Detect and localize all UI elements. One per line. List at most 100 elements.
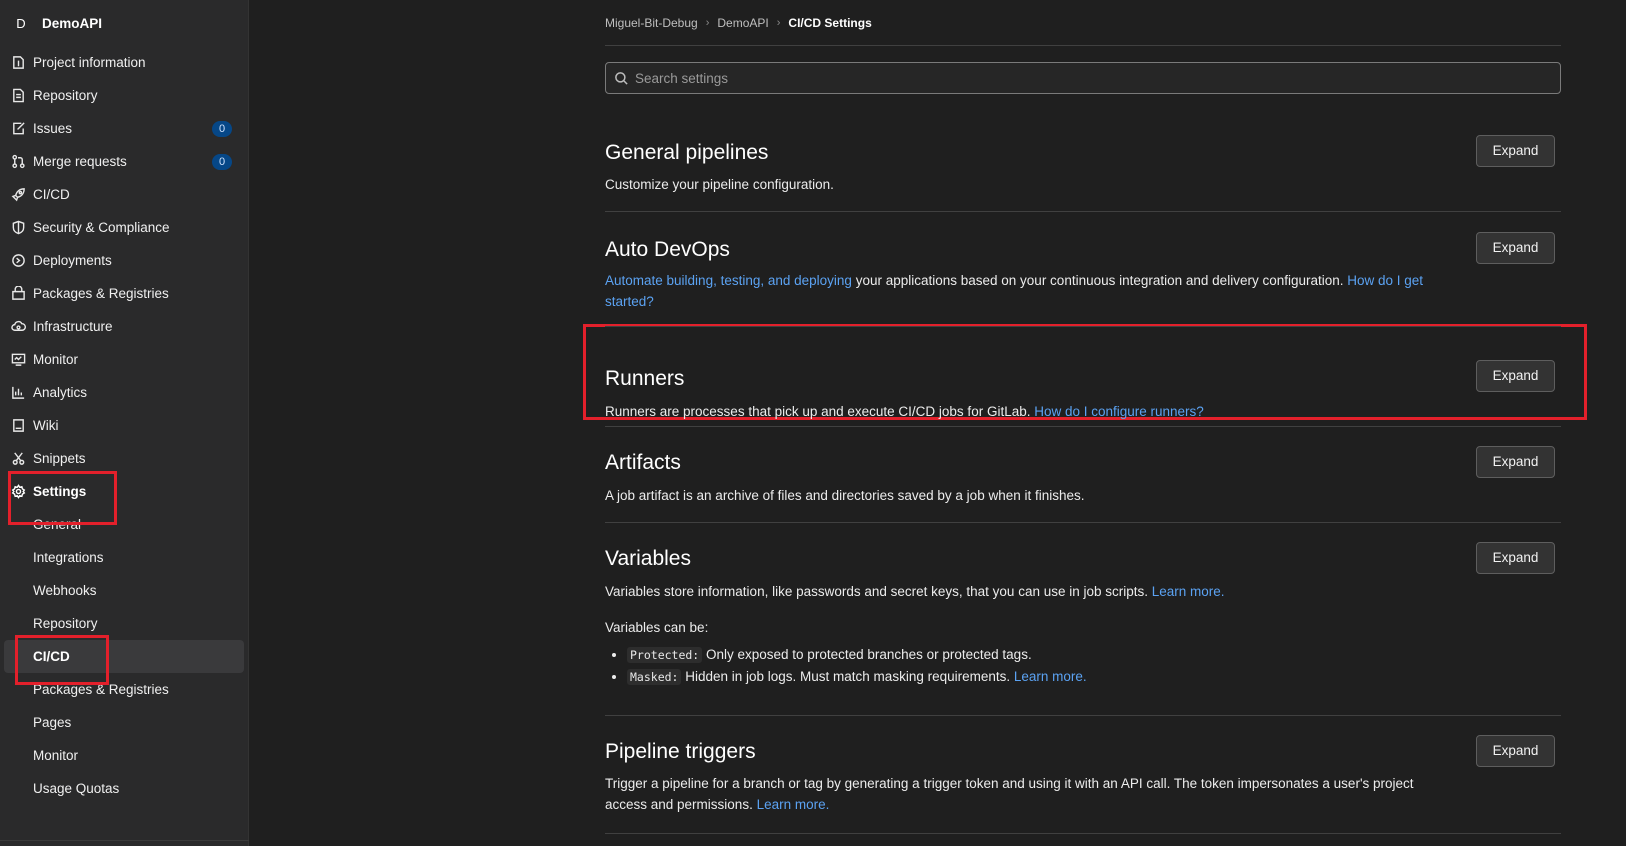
sidebar-subitem-label: Usage Quotas bbox=[33, 781, 120, 796]
package-icon bbox=[10, 286, 26, 302]
breadcrumb-item[interactable]: Miguel-Bit-Debug bbox=[605, 16, 698, 30]
section-artifacts: Artifacts A job artifact is an archive o… bbox=[605, 427, 1561, 523]
learn-more-link[interactable]: Learn more. bbox=[1014, 669, 1087, 684]
search-box[interactable] bbox=[605, 62, 1561, 94]
sidebar-item-label: Packages & Registries bbox=[33, 286, 169, 301]
rocket-icon bbox=[10, 187, 26, 203]
sidebar-subitem-label: Monitor bbox=[33, 748, 79, 763]
sidebar-item-settings[interactable]: Settings bbox=[0, 475, 248, 508]
sidebar-item-snippets[interactable]: Snippets bbox=[0, 442, 248, 475]
sidebar-item-merge-requests[interactable]: Merge requests 0 bbox=[0, 145, 248, 178]
search-icon bbox=[615, 71, 628, 85]
expand-button[interactable]: Expand bbox=[1476, 542, 1555, 574]
expand-button[interactable]: Expand bbox=[1476, 446, 1555, 478]
sidebar-item-label: Analytics bbox=[33, 385, 88, 400]
section-description: Automate building, testing, and deployin… bbox=[605, 270, 1441, 312]
variables-list: Protected: Only exposed to protected bra… bbox=[605, 644, 1441, 688]
settings-sub-usage-quotas[interactable]: Usage Quotas bbox=[0, 772, 248, 805]
section-title: Variables bbox=[605, 547, 691, 570]
monitor-icon bbox=[10, 352, 26, 368]
sidebar-subitem-label: General bbox=[33, 517, 82, 532]
expand-button[interactable]: Expand bbox=[1476, 735, 1555, 767]
configure-runners-link[interactable]: How do I configure runners? bbox=[1034, 404, 1204, 419]
expand-button[interactable]: Expand bbox=[1476, 135, 1555, 167]
sidebar: D DemoAPI Project information Repository… bbox=[0, 0, 249, 846]
section-description: Trigger a pipeline for a branch or tag b… bbox=[605, 773, 1441, 815]
settings-sub-repository[interactable]: Repository bbox=[0, 607, 248, 640]
list-item: Protected: Only exposed to protected bra… bbox=[627, 644, 1441, 666]
document-icon bbox=[10, 88, 26, 104]
section-variables: Variables Variables store information, l… bbox=[605, 523, 1561, 716]
book-icon bbox=[10, 418, 26, 434]
project-header[interactable]: D DemoAPI bbox=[0, 0, 248, 46]
section-title: Pipeline triggers bbox=[605, 740, 756, 763]
sidebar-subitem-label: Pages bbox=[33, 715, 72, 730]
description-text: Variables store information, like passwo… bbox=[605, 584, 1152, 599]
cloud-gear-icon bbox=[10, 319, 26, 335]
sidebar-item-monitor[interactable]: Monitor bbox=[0, 343, 248, 376]
sidebar-item-infrastructure[interactable]: Infrastructure bbox=[0, 310, 248, 343]
project-avatar: D bbox=[16, 15, 26, 31]
issues-icon bbox=[10, 121, 26, 137]
sidebar-item-label: Settings bbox=[33, 484, 87, 499]
merge-request-icon bbox=[10, 154, 26, 170]
breadcrumb-current[interactable]: CI/CD Settings bbox=[788, 16, 871, 30]
expand-button[interactable]: Expand bbox=[1476, 360, 1555, 392]
merge-requests-count-badge: 0 bbox=[212, 154, 232, 170]
sidebar-item-packages-registries[interactable]: Packages & Registries bbox=[0, 277, 248, 310]
settings-sub-general[interactable]: General bbox=[0, 508, 248, 541]
sidebar-item-deployments[interactable]: Deployments bbox=[0, 244, 248, 277]
sidebar-item-label: CI/CD bbox=[33, 187, 70, 202]
breadcrumb-item[interactable]: DemoAPI bbox=[717, 16, 768, 30]
list-item: Masked: Hidden in job logs. Must match m… bbox=[627, 666, 1441, 688]
sidebar-item-wiki[interactable]: Wiki bbox=[0, 409, 248, 442]
sidebar-item-label: Security & Compliance bbox=[33, 220, 170, 235]
breadcrumb: Miguel-Bit-Debug › DemoAPI › CI/CD Setti… bbox=[605, 0, 1561, 46]
section-description: Runners are processes that pick up and e… bbox=[605, 401, 1441, 422]
sidebar-item-issues[interactable]: Issues 0 bbox=[0, 112, 248, 145]
sidebar-item-security-compliance[interactable]: Security & Compliance bbox=[0, 211, 248, 244]
chart-icon bbox=[10, 385, 26, 401]
sidebar-subitem-label: Repository bbox=[33, 616, 98, 631]
sidebar-subitem-label: Packages & Registries bbox=[33, 682, 169, 697]
chevron-right-icon: › bbox=[776, 16, 781, 29]
sidebar-subitem-label: Webhooks bbox=[33, 583, 97, 598]
sidebar-item-analytics[interactable]: Analytics bbox=[0, 376, 248, 409]
protected-code: Protected: bbox=[627, 647, 703, 663]
section-description: A job artifact is an archive of files an… bbox=[605, 488, 1085, 503]
sidebar-item-label: Snippets bbox=[33, 451, 86, 466]
sidebar-item-label: Project information bbox=[33, 55, 146, 70]
section-title: Auto DevOps bbox=[605, 238, 730, 261]
sidebar-item-label: Monitor bbox=[33, 352, 79, 367]
section-auto-devops: Auto DevOps Automate building, testing, … bbox=[605, 212, 1561, 327]
settings-sub-monitor[interactable]: Monitor bbox=[0, 739, 248, 772]
sidebar-item-repository[interactable]: Repository bbox=[0, 79, 248, 112]
settings-sub-integrations[interactable]: Integrations bbox=[0, 541, 248, 574]
variables-can-be: Variables can be: bbox=[605, 620, 709, 635]
section-description: Customize your pipeline configuration. bbox=[605, 177, 834, 192]
settings-sub-cicd[interactable]: CI/CD bbox=[4, 640, 244, 673]
learn-more-link[interactable]: Learn more. bbox=[1152, 584, 1225, 599]
description-text: Runners are processes that pick up and e… bbox=[605, 404, 1035, 419]
sidebar-subitem-label: Integrations bbox=[33, 550, 104, 565]
sidebar-item-label: Issues bbox=[33, 121, 73, 136]
sidebar-footer-divider bbox=[0, 840, 249, 846]
expand-button[interactable]: Expand bbox=[1476, 232, 1555, 264]
sidebar-item-cicd[interactable]: CI/CD bbox=[0, 178, 248, 211]
search-input[interactable] bbox=[633, 69, 1533, 87]
settings-sub-webhooks[interactable]: Webhooks bbox=[0, 574, 248, 607]
gear-icon bbox=[10, 484, 26, 500]
shield-icon bbox=[10, 220, 26, 236]
learn-more-link[interactable]: Learn more. bbox=[757, 797, 830, 812]
section-pipeline-triggers: Pipeline triggers Trigger a pipeline for… bbox=[605, 716, 1561, 834]
sidebar-item-label: Deployments bbox=[33, 253, 112, 268]
section-title: General pipelines bbox=[605, 141, 769, 164]
masked-code: Masked: bbox=[627, 669, 682, 685]
info-icon bbox=[10, 55, 26, 71]
auto-devops-link[interactable]: Automate building, testing, and deployin… bbox=[605, 273, 852, 288]
settings-sub-packages-registries[interactable]: Packages & Registries bbox=[0, 673, 248, 706]
settings-sub-pages[interactable]: Pages bbox=[0, 706, 248, 739]
sidebar-item-project-information[interactable]: Project information bbox=[0, 46, 248, 79]
description-text: Trigger a pipeline for a branch or tag b… bbox=[605, 776, 1414, 812]
main-content: Miguel-Bit-Debug › DemoAPI › CI/CD Setti… bbox=[605, 0, 1561, 834]
